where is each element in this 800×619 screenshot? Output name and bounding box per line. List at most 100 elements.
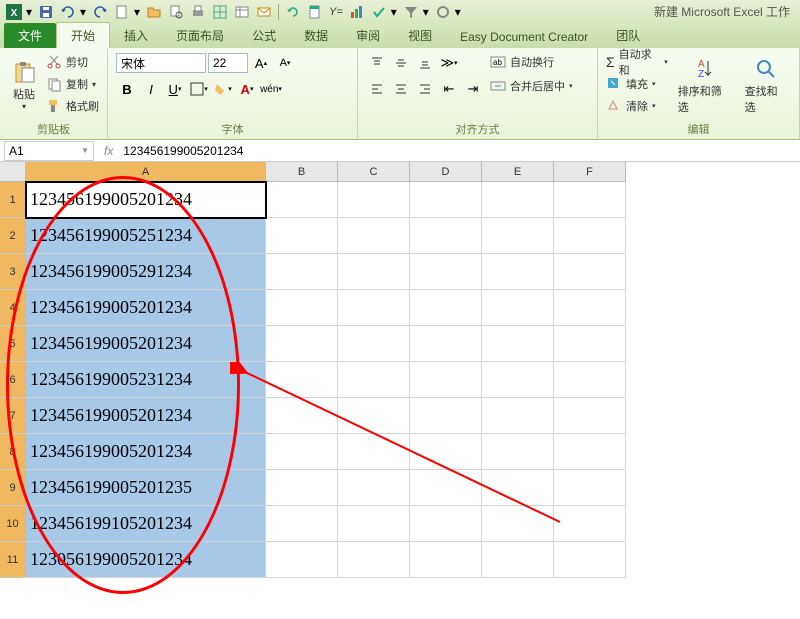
cell-F1[interactable] [554,182,626,218]
cell-B9[interactable] [266,470,338,506]
cell-C6[interactable] [338,362,410,398]
align-middle-icon[interactable] [390,52,412,74]
clear-button[interactable]: 清除▾ [606,96,668,116]
align-left-icon[interactable] [366,78,388,100]
row-header-9[interactable]: 9 [0,470,26,506]
cell-F3[interactable] [554,254,626,290]
italic-button[interactable]: I [140,78,162,100]
grid-icon[interactable] [210,2,230,22]
print-preview-icon[interactable] [166,2,186,22]
cell-B7[interactable] [266,398,338,434]
table-icon[interactable] [232,2,252,22]
filter-dropdown-icon[interactable]: ▾ [423,5,431,19]
save-icon[interactable] [36,2,56,22]
cell-D2[interactable] [410,218,482,254]
cell-B1[interactable] [266,182,338,218]
cell-C2[interactable] [338,218,410,254]
tools-dropdown-icon[interactable]: ▾ [455,5,463,19]
fx-icon[interactable]: fx [104,144,113,158]
cell-F6[interactable] [554,362,626,398]
y-equals-icon[interactable]: Y= [327,2,345,22]
cell-A5[interactable]: 123456199005201234 [26,326,266,362]
cell-B6[interactable] [266,362,338,398]
cell-A10[interactable]: 123456199105201234 [26,506,266,542]
align-center-icon[interactable] [390,78,412,100]
fill-button[interactable]: 填充▾ [606,74,668,94]
row-header-4[interactable]: 4 [0,290,26,326]
tab-page-layout[interactable]: 页面布局 [162,23,238,48]
col-header-C[interactable]: C [338,162,410,182]
col-header-D[interactable]: D [410,162,482,182]
cell-F5[interactable] [554,326,626,362]
undo-dropdown-icon[interactable]: ▾ [80,5,88,19]
cut-button[interactable]: 剪切 [46,52,99,72]
tab-view[interactable]: 视图 [394,23,446,48]
row-header-8[interactable]: 8 [0,434,26,470]
cell-E2[interactable] [482,218,554,254]
align-bottom-icon[interactable] [414,52,436,74]
cell-E7[interactable] [482,398,554,434]
merge-center-button[interactable]: 合并后居中▾ [490,76,573,96]
indent-decrease-icon[interactable]: ⇤ [438,78,460,100]
cell-C1[interactable] [338,182,410,218]
cell-A4[interactable]: 123456199005201234 [26,290,266,326]
tab-review[interactable]: 审阅 [342,23,394,48]
new-file-icon[interactable] [112,2,132,22]
cell-A2[interactable]: 123456199005251234 [26,218,266,254]
cell-A3[interactable]: 123456199005291234 [26,254,266,290]
row-header-5[interactable]: 5 [0,326,26,362]
cell-B2[interactable] [266,218,338,254]
email-icon[interactable] [254,2,274,22]
row-header-2[interactable]: 2 [0,218,26,254]
row-header-7[interactable]: 7 [0,398,26,434]
cell-E8[interactable] [482,434,554,470]
cell-A7[interactable]: 123456199005201234 [26,398,266,434]
qat-dropdown-icon[interactable]: ▾ [26,5,34,19]
tab-data[interactable]: 数据 [290,23,342,48]
align-top-icon[interactable] [366,52,388,74]
cell-D1[interactable] [410,182,482,218]
cell-A6[interactable]: 123456199005231234 [26,362,266,398]
tools-icon[interactable] [433,2,453,22]
find-select-button[interactable]: 查找和选 [741,52,791,119]
tab-insert[interactable]: 插入 [110,23,162,48]
cell-B4[interactable] [266,290,338,326]
cell-C7[interactable] [338,398,410,434]
cell-D6[interactable] [410,362,482,398]
open-icon[interactable] [144,2,164,22]
tab-formulas[interactable]: 公式 [238,23,290,48]
decrease-font-icon[interactable]: A▾ [274,52,296,74]
row-header-6[interactable]: 6 [0,362,26,398]
cell-B10[interactable] [266,506,338,542]
phonetic-button[interactable]: wén▾ [260,78,282,100]
cell-A11[interactable]: 123056199005201234 [26,542,266,578]
cell-B8[interactable] [266,434,338,470]
row-header-10[interactable]: 10 [0,506,26,542]
underline-button[interactable]: U▾ [164,78,186,100]
cell-F8[interactable] [554,434,626,470]
cell-B5[interactable] [266,326,338,362]
increase-font-icon[interactable]: A▴ [250,52,272,74]
tab-file[interactable]: 文件 [4,23,56,48]
autosum-button[interactable]: Σ自动求和▾ [606,52,668,72]
cell-B11[interactable] [266,542,338,578]
col-header-E[interactable]: E [482,162,554,182]
cell-E10[interactable] [482,506,554,542]
cell-D10[interactable] [410,506,482,542]
excel-icon[interactable]: X [4,2,24,22]
cell-A8[interactable]: 123456199005201234 [26,434,266,470]
col-header-B[interactable]: B [266,162,338,182]
font-size-input[interactable] [208,53,248,73]
fill-color-button[interactable]: ▾ [212,78,234,100]
new-dropdown-icon[interactable]: ▾ [134,5,142,19]
cell-C5[interactable] [338,326,410,362]
cell-A9[interactable]: 123456199005201235 [26,470,266,506]
cell-D8[interactable] [410,434,482,470]
cell-D3[interactable] [410,254,482,290]
select-all-corner[interactable] [0,162,26,182]
formula-input[interactable] [119,144,800,158]
name-box[interactable]: A1 ▼ [4,141,94,161]
cell-A1[interactable]: 123456199005201234 [26,182,266,218]
tab-team[interactable]: 团队 [602,23,654,48]
cell-B3[interactable] [266,254,338,290]
